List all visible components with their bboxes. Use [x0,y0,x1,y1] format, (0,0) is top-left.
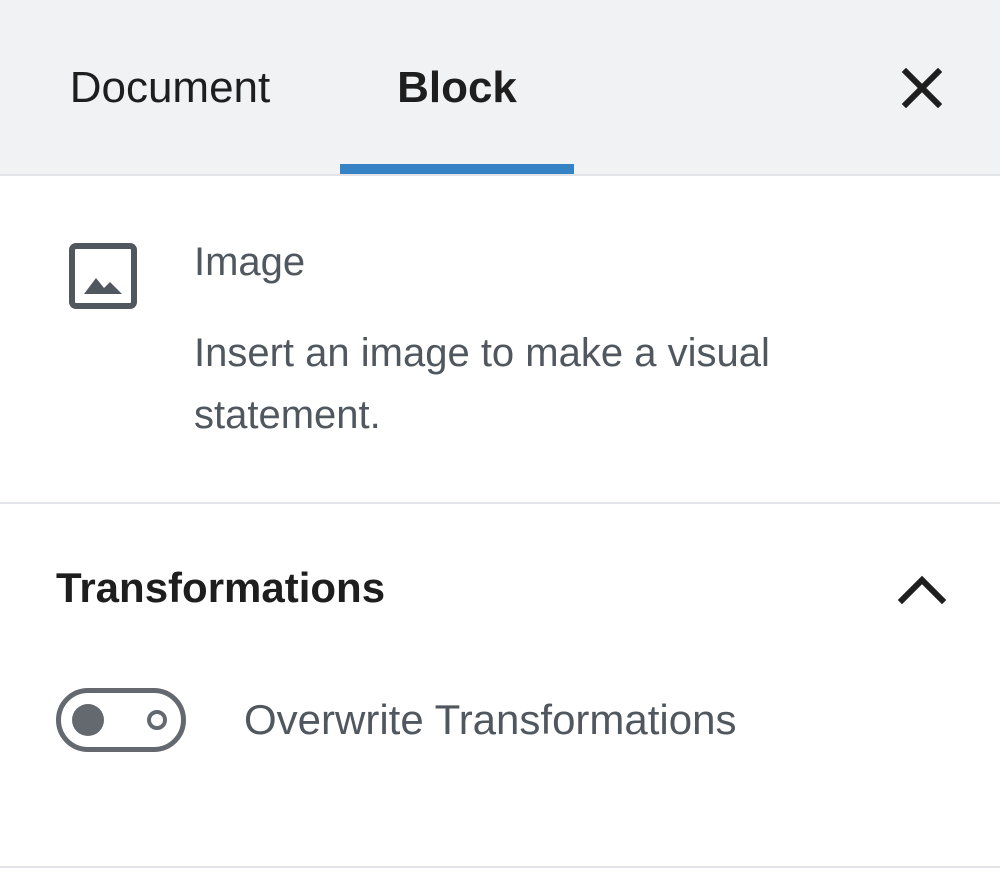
transformations-title: Transformations [56,564,386,611]
overwrite-transformations-row: Overwrite Transformations [0,674,1000,784]
overwrite-transformations-label[interactable]: Overwrite Transformations [244,696,736,744]
close-button[interactable] [880,46,964,130]
tab-block-label: Block [397,63,517,112]
block-settings-sidebar: Document Block Image Insert an image to … [0,0,1000,892]
tab-block[interactable]: Block [340,0,574,176]
divider [0,866,1000,868]
block-card: Image Insert an image to make a visual s… [0,176,1000,504]
block-description: Insert an image to make a visual stateme… [194,331,770,437]
image-icon [69,243,137,309]
active-tab-indicator [340,164,574,174]
tab-document-label: Document [69,63,271,112]
toggle-off-indicator-icon [147,710,167,730]
overwrite-transformations-toggle[interactable] [56,688,186,752]
transformations-panel-toggle[interactable]: Transformations [0,504,1000,674]
chevron-up-icon [897,575,947,605]
close-icon [902,68,942,108]
tab-document[interactable]: Document [30,0,310,176]
toggle-knob [72,704,104,736]
block-title: Image [194,240,306,284]
sidebar-header: Document Block [0,0,1000,176]
